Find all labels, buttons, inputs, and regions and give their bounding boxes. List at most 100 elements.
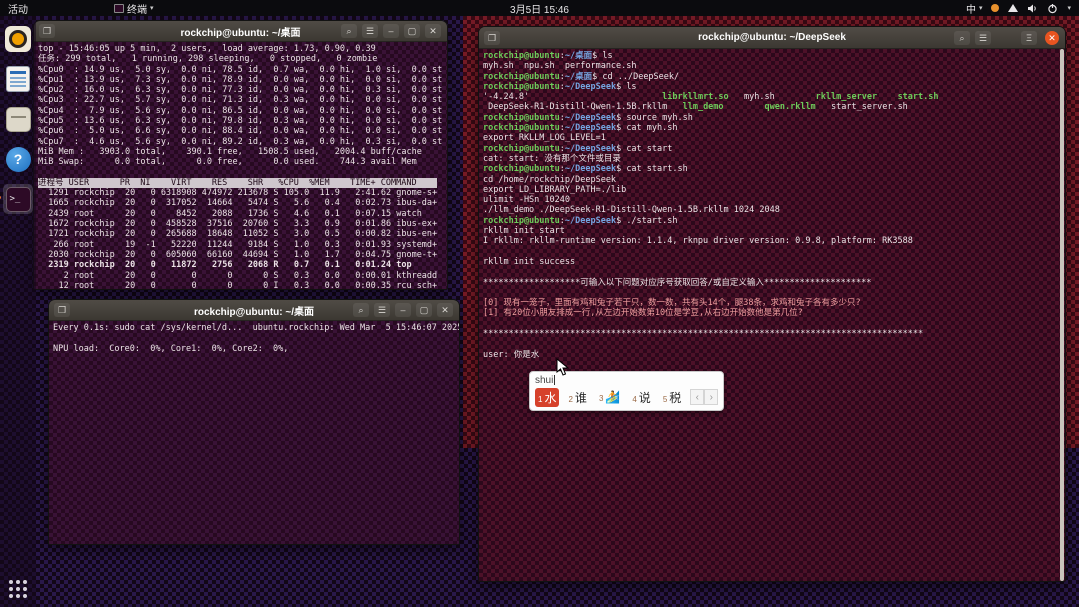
- minimize-button[interactable]: –: [395, 303, 411, 317]
- terminal-line: rockchip@ubuntu:~/DeepSeek$ cat start: [483, 144, 1061, 154]
- ime-candidate[interactable]: 5税: [660, 388, 684, 407]
- dock: ? >_: [0, 16, 36, 607]
- terminal-line: %Cpu2 : 16.0 us, 6.3 sy, 0.0 ni, 77.3 id…: [38, 85, 443, 95]
- power-icon[interactable]: [1047, 3, 1058, 14]
- terminal-line: export LD_LIBRARY_PATH=./lib: [483, 185, 1061, 195]
- search-icon[interactable]: ⌕: [954, 31, 970, 45]
- search-icon[interactable]: ⌕: [353, 303, 369, 317]
- terminal-line: rockchip@ubuntu:~/DeepSeek$ cat myh.sh: [483, 123, 1061, 133]
- close-button[interactable]: ✕: [1045, 31, 1059, 45]
- menu-icon[interactable]: ☰: [374, 303, 390, 317]
- terminal-line: 2439 root 20 0 8452 2088 1736 S 4.6 0.1 …: [38, 209, 443, 219]
- terminal-line: 1665 rockchip 20 0 317052 14664 5474 S 5…: [38, 198, 443, 208]
- terminal-line: cd /home/rockchip/DeepSeek: [483, 175, 1061, 185]
- dock-item-writer[interactable]: [3, 64, 33, 94]
- terminal-app-icon: [114, 4, 124, 13]
- terminal-line: DeepSeek-R1-Distill-Qwen-1.5B.rkllm llm_…: [483, 102, 1061, 112]
- terminal-line: rkllm init success: [483, 257, 1061, 267]
- terminal-line: %Cpu4 : 7.9 us, 5.6 sy, 0.0 ni, 86.5 id,…: [38, 106, 443, 116]
- terminal-line: 266 root 19 -1 52220 11244 9184 S 1.0 0.…: [38, 240, 443, 250]
- terminal-line: rockchip@ubuntu:~/DeepSeek$ source myh.s…: [483, 113, 1061, 123]
- window-npu-watch: ❐ rockchip@ubuntu: ~/桌面 ⌕ ☰ – ▢ ✕ Every …: [48, 299, 460, 545]
- new-tab-button[interactable]: ❐: [54, 303, 70, 317]
- maximize-button[interactable]: ▢: [404, 24, 420, 38]
- terminal-line: 1291 rockchip 20 0 6318908 474972 213678…: [38, 188, 443, 198]
- ime-prev-page-button[interactable]: ‹: [690, 389, 704, 405]
- terminal-line: [483, 267, 1061, 277]
- terminal-line: rkllm init start: [483, 226, 1061, 236]
- terminal-line: I rkllm: rkllm-runtime version: 1.1.4, r…: [483, 236, 1061, 246]
- ime-candidate[interactable]: 3🏄: [596, 389, 623, 405]
- terminal-line: 1721 rockchip 20 0 265688 18648 11052 S …: [38, 229, 443, 239]
- terminal-line: '-4.24.8' librkllmrt.so myh.sh rkllm_ser…: [483, 92, 1061, 102]
- dock-item-files[interactable]: [3, 104, 33, 134]
- chevron-down-icon: ▾: [979, 4, 983, 12]
- terminal-line: rockchip@ubuntu:~/桌面$ ls: [483, 51, 1061, 61]
- close-button[interactable]: ✕: [425, 24, 441, 38]
- ime-cursor: [554, 375, 555, 385]
- top-bar: 活动 终端 ▾ 3月5日 15:46 中 ▾: [0, 0, 1079, 16]
- terminal-line: 12 root 20 0 0 0 0 I 0.3 0.0 0:00.35 rcu…: [38, 281, 443, 290]
- ime-candidate[interactable]: 2谁: [565, 388, 589, 407]
- window-deepseek: ❐ rockchip@ubuntu: ~/DeepSeek ⌕ ☰ Ξ ✕ ro…: [478, 26, 1066, 582]
- search-icon[interactable]: ⌕: [341, 24, 357, 38]
- terminal-line: %Cpu1 : 13.9 us, 7.3 sy, 0.0 ni, 78.9 id…: [38, 75, 443, 85]
- ime-candidate[interactable]: 4说: [629, 388, 653, 407]
- scrollbar[interactable]: [1060, 49, 1064, 581]
- terminal-line: [0] 现有一笼子，里面有鸡和兔子若干只，数一数，共有头14个，腿38条，求鸡和…: [483, 298, 1061, 308]
- terminal-output-deepseek[interactable]: rockchip@ubuntu:~/桌面$ lsmyh.sh npu.sh pe…: [479, 49, 1065, 581]
- dock-item-rhythmbox[interactable]: [3, 24, 33, 54]
- titlebar[interactable]: ❐ rockchip@ubuntu: ~/桌面 ⌕ ☰ – ▢ ✕: [49, 300, 459, 321]
- terminal-output-top[interactable]: top - 15:46:05 up 5 min, 2 users, load a…: [34, 42, 447, 289]
- clock[interactable]: 3月5日 15:46: [510, 5, 569, 16]
- terminal-line: [53, 333, 455, 343]
- window-top-monitor: ❐ rockchip@ubuntu: ~/桌面 ⌕ ☰ – ▢ ✕ top - …: [33, 20, 448, 290]
- terminal-line: %Cpu5 : 13.6 us, 6.3 sy, 0.0 ni, 79.8 id…: [38, 116, 443, 126]
- terminal-line: [38, 168, 443, 178]
- minimize-button[interactable]: Ξ: [1021, 31, 1037, 45]
- terminal-line: myh.sh npu.sh performance.sh: [483, 61, 1061, 71]
- titlebar[interactable]: ❐ rockchip@ubuntu: ~/桌面 ⌕ ☰ – ▢ ✕: [34, 21, 447, 42]
- terminal-line: %Cpu0 : 14.9 us, 5.0 sy, 0.0 ni, 78.5 id…: [38, 65, 443, 75]
- minimize-button[interactable]: –: [383, 24, 399, 38]
- new-tab-button[interactable]: ❐: [484, 31, 500, 45]
- new-tab-button[interactable]: ❐: [39, 24, 55, 38]
- files-icon: [6, 107, 31, 132]
- running-indicator-dot: [0, 196, 1, 199]
- dock-item-help[interactable]: ?: [3, 144, 33, 174]
- input-method-indicator[interactable]: 中 ▾: [966, 1, 983, 16]
- terminal-icon: >_: [6, 187, 31, 212]
- menu-icon[interactable]: ☰: [362, 24, 378, 38]
- show-applications-button[interactable]: [9, 580, 28, 599]
- terminal-line: 任务: 299 total, 1 running, 298 sleeping, …: [38, 54, 443, 64]
- close-button[interactable]: ✕: [437, 303, 453, 317]
- dock-item-terminal[interactable]: >_: [3, 184, 33, 214]
- terminal-output-watch[interactable]: Every 0.1s: sudo cat /sys/kernel/d... ub…: [49, 321, 459, 544]
- ime-candidate[interactable]: 1水: [535, 388, 559, 407]
- terminal-line: 2319 rockchip 20 0 11872 2756 2068 R 0.7…: [38, 260, 443, 270]
- activities-button[interactable]: 活动: [8, 1, 28, 16]
- rhythmbox-icon: [5, 26, 31, 52]
- terminal-line: cat: start: 没有那个文件或目录: [483, 154, 1061, 164]
- recording-indicator-icon: [991, 4, 999, 12]
- terminal-line: [483, 339, 1061, 349]
- terminal-line: [483, 319, 1061, 329]
- volume-icon[interactable]: [1027, 3, 1038, 14]
- terminal-line: export RKLLM_LOG_LEVEL=1: [483, 133, 1061, 143]
- terminal-line: top - 15:46:05 up 5 min, 2 users, load a…: [38, 44, 443, 54]
- menu-icon[interactable]: ☰: [975, 31, 991, 45]
- terminal-line: [483, 247, 1061, 257]
- chevron-down-icon[interactable]: ▾: [1067, 4, 1071, 12]
- input-method-label: 中: [966, 1, 976, 16]
- maximize-button[interactable]: ▢: [416, 303, 432, 317]
- terminal-line: [483, 288, 1061, 298]
- ime-next-page-button[interactable]: ›: [704, 389, 718, 405]
- app-menu[interactable]: 终端 ▾: [114, 1, 154, 16]
- network-icon[interactable]: [1008, 4, 1018, 12]
- terminal-line: %Cpu3 : 22.7 us, 5.7 sy, 0.0 ni, 71.3 id…: [38, 95, 443, 105]
- terminal-line: rockchip@ubuntu:~/DeepSeek$ ls: [483, 82, 1061, 92]
- terminal-line: user: 你是水: [483, 350, 1061, 360]
- terminal-line: %Cpu7 : 4.6 us, 5.6 sy, 0.0 ni, 89.2 id,…: [38, 137, 443, 147]
- titlebar[interactable]: ❐ rockchip@ubuntu: ~/DeepSeek ⌕ ☰ Ξ ✕: [479, 27, 1065, 49]
- terminal-line: rockchip@ubuntu:~/桌面$ cd ../DeepSeek/: [483, 72, 1061, 82]
